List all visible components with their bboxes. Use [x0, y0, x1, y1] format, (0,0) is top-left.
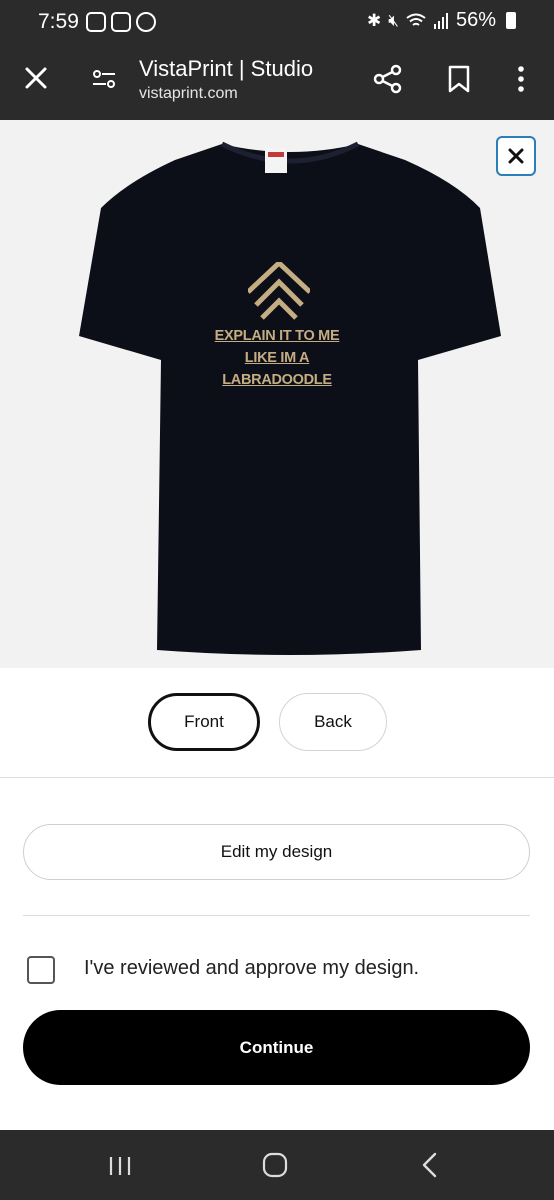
section-divider	[0, 777, 554, 778]
continue-button[interactable]: Continue	[23, 1010, 530, 1085]
recent-apps-icon[interactable]	[107, 1155, 133, 1177]
mute-icon: 🔇︎	[388, 10, 399, 30]
page-url: vistaprint.com	[139, 85, 238, 102]
notification-icons	[86, 12, 156, 32]
section-divider	[23, 915, 530, 916]
chat-icon	[86, 12, 106, 32]
design-text: EXPLAIN IT TO ME LIKE IM A LABRADOODLE	[190, 325, 364, 391]
system-nav-bar	[0, 1130, 554, 1200]
browser-header: VistaPrint | Studio vistaprint.com	[0, 46, 554, 120]
wifi-icon	[406, 13, 426, 26]
battery-text: 56%	[455, 9, 496, 31]
page-title: VistaPrint | Studio	[139, 56, 314, 81]
design-text-line-1: EXPLAIN IT TO ME	[214, 328, 340, 344]
back-view-button[interactable]: Back	[279, 693, 387, 751]
status-bar: 7:59 ✱ 🔇︎ 56%	[0, 0, 554, 46]
close-icon	[508, 148, 524, 164]
shield-icon	[111, 12, 131, 32]
close-icon[interactable]	[22, 64, 50, 92]
approve-label[interactable]: I've reviewed and approve my design.	[84, 957, 419, 980]
status-icons-right: ✱ 🔇︎ 56%	[367, 9, 516, 32]
battery-icon	[506, 12, 516, 29]
tshirt-image	[79, 141, 501, 655]
close-preview-button[interactable]	[496, 136, 536, 176]
bluetooth-icon: ✱	[367, 10, 382, 30]
front-view-button[interactable]: Front	[148, 693, 260, 751]
site-settings-icon[interactable]	[91, 66, 117, 92]
signal-icon	[433, 12, 448, 29]
design-text-line-3: LABRADOODLE	[222, 372, 332, 388]
more-options-icon[interactable]	[511, 64, 531, 94]
approve-checkbox[interactable]	[27, 956, 55, 984]
chevron-logo-icon	[248, 262, 310, 320]
home-icon[interactable]	[262, 1152, 288, 1178]
back-icon[interactable]	[420, 1152, 440, 1178]
status-time: 7:59	[38, 10, 79, 33]
shirt-tag	[265, 148, 287, 173]
edit-design-button[interactable]: Edit my design	[23, 824, 530, 880]
coin-icon	[136, 12, 156, 32]
design-text-line-2: LIKE IM A	[244, 350, 310, 366]
bookmark-icon[interactable]	[447, 65, 471, 93]
share-icon[interactable]	[373, 64, 403, 94]
